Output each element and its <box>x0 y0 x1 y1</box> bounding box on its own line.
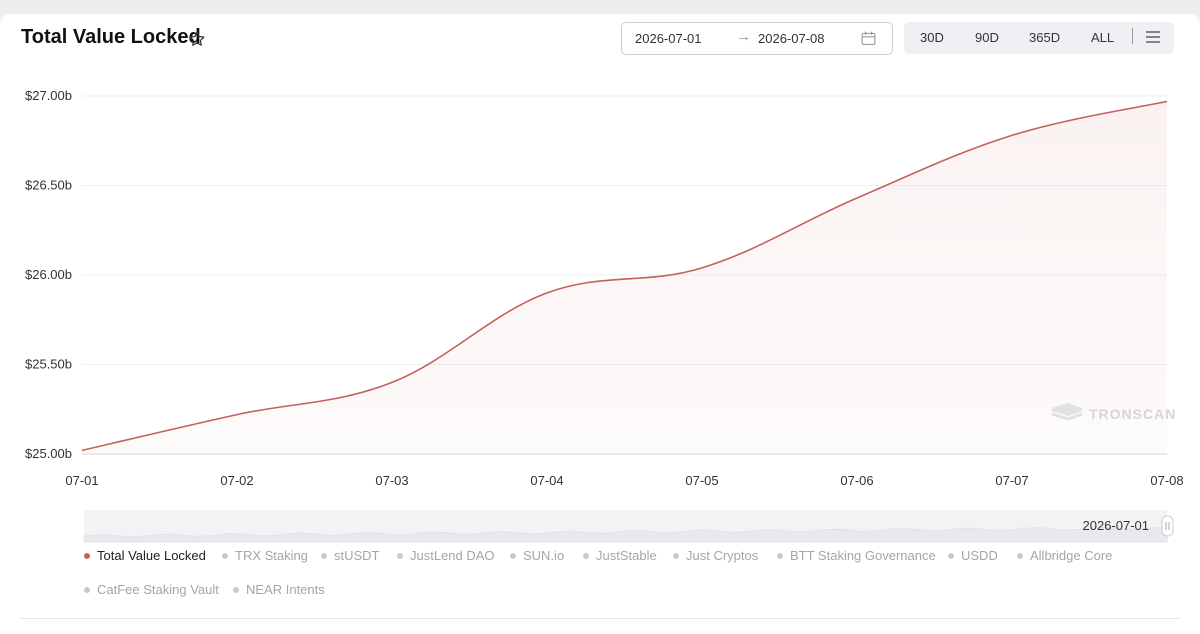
legend-label: Total Value Locked <box>97 548 206 563</box>
legend-dot <box>222 552 228 559</box>
legend-item-catfee-staking-vault[interactable]: CatFee Staking Vault <box>84 582 219 597</box>
legend-item-stusdt[interactable]: stUSDT <box>321 548 380 563</box>
y-tick-label: $26.00b <box>25 267 72 282</box>
legend-dot <box>397 552 403 559</box>
legend-dot <box>84 586 90 593</box>
zoom-slider-handle[interactable] <box>1161 515 1174 537</box>
x-tick-label: 07-03 <box>375 473 408 488</box>
zoom-slider-label: 2026-07-01 <box>1083 518 1150 533</box>
legend-dot <box>777 552 783 559</box>
legend-item-near-intents[interactable]: NEAR Intents <box>233 582 325 597</box>
legend-dot <box>233 586 239 593</box>
legend-label: JustStable <box>596 548 657 563</box>
legend-label: TRX Staking <box>235 548 308 563</box>
x-tick-label: 07-08 <box>1150 473 1183 488</box>
legend-dot <box>510 552 516 559</box>
legend-item-allbridge-core[interactable]: Allbridge Core <box>1017 548 1112 563</box>
y-tick-label: $27.00b <box>25 88 72 103</box>
legend-item-trx-staking[interactable]: TRX Staking <box>222 548 308 563</box>
series-area-total-value-locked <box>82 101 1167 455</box>
watermark-text: TRONSCAN <box>1089 406 1177 422</box>
legend-item-btt-staking-governance[interactable]: BTT Staking Governance <box>777 548 936 563</box>
legend-label: Just Cryptos <box>686 548 759 563</box>
legend-dot <box>673 552 679 559</box>
x-tick-label: 07-02 <box>220 473 253 488</box>
x-tick-label: 07-06 <box>840 473 873 488</box>
legend-dot <box>948 552 954 559</box>
legend-item-sun-io[interactable]: SUN.io <box>510 548 564 563</box>
legend-label: BTT Staking Governance <box>790 548 936 563</box>
legend-dot <box>84 552 90 559</box>
legend-dot <box>1017 552 1023 559</box>
y-tick-label: $25.50b <box>25 357 72 372</box>
legend-item-usdd[interactable]: USDD <box>948 548 998 563</box>
legend-label: USDD <box>961 548 998 563</box>
tvl-chart: $25.00b $25.50b $26.00b $26.50b $27.00b 07-01… <box>25 88 1184 543</box>
legend-label: NEAR Intents <box>246 582 325 597</box>
tronscan-logo-icon <box>1051 403 1083 421</box>
x-tick-label: 07-05 <box>685 473 718 488</box>
y-tick-label: $26.50b <box>25 178 72 193</box>
legend-label: CatFee Staking Vault <box>97 582 219 597</box>
legend-item-just-cryptos[interactable]: Just Cryptos <box>673 548 758 563</box>
legend-label: stUSDT <box>334 548 380 563</box>
legend-dot <box>321 552 327 559</box>
legend-label: SUN.io <box>523 548 565 563</box>
legend-label: JustLend DAO <box>410 548 495 563</box>
divider <box>20 618 1180 619</box>
legend-label: Allbridge Core <box>1030 548 1113 563</box>
legend-item-juststable[interactable]: JustStable <box>583 548 657 563</box>
legend-dot <box>583 552 589 559</box>
legend-item-justlend-dao[interactable]: JustLend DAO <box>397 548 495 563</box>
x-tick-label: 07-04 <box>530 473 563 488</box>
x-tick-label: 07-07 <box>995 473 1028 488</box>
y-tick-label: $25.00b <box>25 446 72 461</box>
x-tick-label: 07-01 <box>65 473 98 488</box>
legend-item-total-value-locked[interactable]: Total Value Locked <box>84 548 206 563</box>
